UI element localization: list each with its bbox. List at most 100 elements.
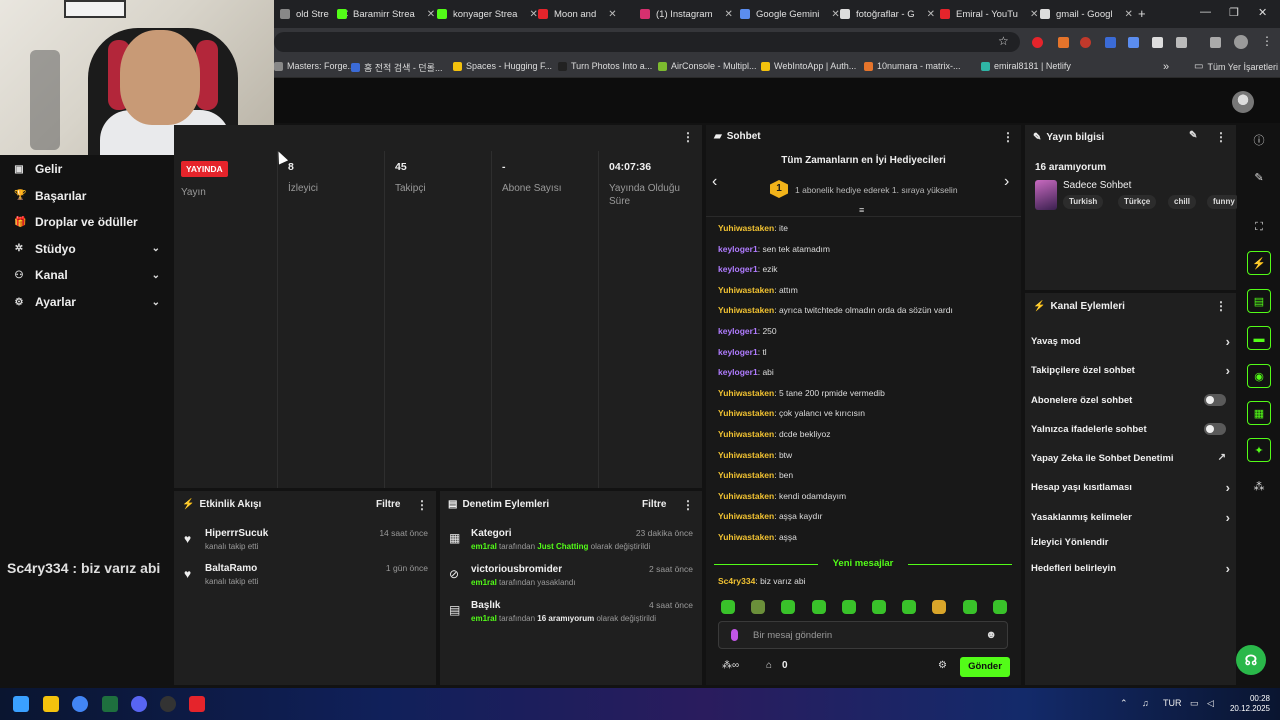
emote-icon[interactable] bbox=[721, 600, 735, 614]
chat-username[interactable]: Yuhiwastaken bbox=[718, 408, 774, 418]
new-tab-button[interactable]: + bbox=[1138, 6, 1146, 21]
stream-tag[interactable]: Türkçe bbox=[1118, 195, 1157, 209]
extensions-puzzle-icon[interactable] bbox=[1176, 37, 1187, 48]
pin-icon[interactable]: ≡ bbox=[859, 205, 864, 215]
sidebar-item-2[interactable]: 🎁 Droplar ve ödüller bbox=[14, 215, 160, 229]
emote-icon[interactable] bbox=[841, 600, 856, 614]
browser-tab[interactable]: (1) Instagram ✕ bbox=[634, 4, 739, 24]
more-options-icon[interactable]: ⋮ bbox=[682, 498, 694, 512]
mod-filter-button[interactable]: Filtre bbox=[642, 499, 666, 510]
chat-username[interactable]: Yuhiwastaken bbox=[718, 223, 774, 233]
address-bar[interactable] bbox=[274, 32, 1020, 52]
stream-tag[interactable]: chill bbox=[1168, 195, 1197, 209]
browser-tab[interactable]: Moon and ✕ bbox=[532, 4, 623, 24]
browser-tab[interactable]: Baramirr Strea ✕ bbox=[331, 4, 441, 24]
more-bookmarks-icon[interactable]: » bbox=[1163, 61, 1169, 73]
edit-icon[interactable]: ✎ bbox=[1189, 130, 1197, 141]
emote-icon[interactable] bbox=[902, 600, 917, 614]
chat-username[interactable]: keyloger1 bbox=[718, 347, 758, 357]
all-bookmarks[interactable]: ▭ Tüm Yer İşaretleri bbox=[1194, 61, 1278, 72]
info-icon[interactable]: ⓘ bbox=[1247, 129, 1271, 153]
chat-username[interactable]: Yuhiwastaken bbox=[718, 532, 774, 542]
category-name[interactable]: Sadece Sohbet bbox=[1063, 180, 1131, 191]
microphone-icon[interactable]: ♫ bbox=[1142, 698, 1149, 708]
chat-username[interactable]: Yuhiwastaken bbox=[718, 511, 774, 521]
chevron-left-icon[interactable]: ‹ bbox=[712, 173, 717, 191]
browser-tab[interactable]: gmail - Googl ✕ bbox=[1034, 4, 1139, 24]
channel-action[interactable]: Yasaklanmış kelimeler › bbox=[1031, 510, 1230, 525]
emote-icon[interactable] bbox=[962, 600, 977, 614]
bookmark-item[interactable]: 10numara - matrix-... bbox=[864, 61, 961, 71]
channel-action[interactable]: Abonelere özel sohbet bbox=[1031, 394, 1230, 406]
chat-username[interactable]: Yuhiwastaken bbox=[718, 491, 774, 501]
chevron-right-icon[interactable]: › bbox=[1226, 363, 1230, 378]
expand-icon[interactable]: ⛶ bbox=[1247, 215, 1271, 239]
chat-username[interactable]: Yuhiwastaken bbox=[718, 470, 774, 480]
more-options-icon[interactable]: ⋮ bbox=[1002, 130, 1014, 144]
emote-icon[interactable] bbox=[872, 600, 886, 614]
send-button[interactable]: Gönder bbox=[960, 657, 1010, 677]
chat-username[interactable]: Yuhiwastaken bbox=[718, 388, 774, 398]
file-explorer-icon[interactable] bbox=[43, 696, 59, 712]
windows-start-icon[interactable] bbox=[13, 696, 29, 712]
chat-icon[interactable]: ▬ bbox=[1247, 326, 1271, 350]
chrome-icon[interactable] bbox=[72, 696, 88, 712]
chevron-right-icon[interactable]: › bbox=[1226, 480, 1230, 495]
extension-icon[interactable] bbox=[1058, 37, 1069, 48]
channel-action[interactable]: Yalnızca ifadelerle sohbet bbox=[1031, 423, 1230, 435]
bookmark-item[interactable]: Masters: Forge... bbox=[274, 61, 355, 71]
chevron-right-icon[interactable]: › bbox=[1226, 334, 1230, 349]
channel-action[interactable]: Yavaş mod › bbox=[1031, 334, 1230, 349]
channel-action[interactable]: Takipçilere özel sohbet › bbox=[1031, 363, 1230, 378]
chat-username[interactable]: Sc4ry334 bbox=[718, 576, 755, 586]
moderator-name[interactable]: em1ral bbox=[471, 614, 497, 623]
stream-tag[interactable]: Turkish bbox=[1063, 195, 1104, 209]
stream-tag[interactable]: funny bbox=[1207, 195, 1241, 209]
chat-username[interactable]: keyloger1 bbox=[718, 326, 758, 336]
tab-close-icon[interactable]: ✕ bbox=[608, 9, 616, 20]
bolt-icon[interactable]: ⚡ bbox=[1247, 251, 1271, 275]
sidebar-item-4[interactable]: ⚇ Kanal ⌄ bbox=[14, 268, 160, 282]
chat-username[interactable]: keyloger1 bbox=[718, 367, 758, 377]
emote-icon[interactable] bbox=[932, 600, 947, 614]
feed-filter-button[interactable]: Filtre bbox=[376, 499, 400, 510]
more-options-icon[interactable]: ⋮ bbox=[1215, 299, 1227, 313]
chevron-right-icon[interactable]: › bbox=[1004, 173, 1009, 191]
pencil-icon[interactable]: ✎ bbox=[1247, 166, 1271, 190]
moderator-name[interactable]: em1ral bbox=[471, 542, 497, 551]
emote-icon[interactable] bbox=[811, 600, 826, 614]
extension-icon[interactable] bbox=[1128, 37, 1139, 48]
sidebar-item-3[interactable]: ✲ Stüdyo ⌄ bbox=[14, 242, 160, 256]
channel-action[interactable]: Hesap yaşı kısıtlaması › bbox=[1031, 480, 1230, 495]
emoji-icon[interactable]: ☻ bbox=[985, 629, 997, 641]
extension-icon[interactable] bbox=[1032, 37, 1043, 48]
more-options-icon[interactable]: ⋮ bbox=[416, 498, 428, 512]
points-icon[interactable]: ⁂∞ bbox=[722, 660, 739, 671]
app-icon[interactable] bbox=[102, 696, 118, 712]
chat-username[interactable]: Yuhiwastaken bbox=[718, 305, 774, 315]
external-link-icon[interactable]: ↗ bbox=[1218, 452, 1226, 463]
discord-icon[interactable] bbox=[131, 696, 147, 712]
user-avatar[interactable] bbox=[1232, 91, 1254, 113]
sidebar-item-1[interactable]: 🏆 Başarılar bbox=[14, 189, 160, 203]
channel-action[interactable]: Yapay Zeka ile Sohbet Denetimi ↗ bbox=[1031, 452, 1230, 464]
chat-username[interactable]: keyloger1 bbox=[718, 244, 758, 254]
microphone-icon[interactable] bbox=[731, 629, 738, 641]
network-icon[interactable]: ▭ bbox=[1190, 698, 1199, 709]
follower-name[interactable]: HiperrrSucuk bbox=[205, 528, 268, 539]
bookmark-item[interactable]: 홈 전적 검색 - 던롤... bbox=[351, 61, 442, 74]
extension-icon[interactable] bbox=[1080, 37, 1091, 48]
wrench-icon[interactable]: ✦ bbox=[1247, 438, 1271, 462]
sidebar-item-0[interactable]: ▣ Gelir bbox=[14, 162, 160, 176]
toggle-switch[interactable] bbox=[1204, 394, 1226, 406]
tab-close-icon[interactable]: ✕ bbox=[1125, 9, 1133, 20]
browser-tab[interactable]: konyager Strea ✕ bbox=[431, 4, 544, 24]
browser-tab[interactable]: fotoğraflar - G ✕ bbox=[834, 4, 941, 24]
app-icon[interactable] bbox=[160, 696, 176, 712]
tray-chevron-icon[interactable]: ⌃ bbox=[1120, 698, 1128, 709]
chat-username[interactable]: keyloger1 bbox=[718, 264, 758, 274]
maximize-icon[interactable]: ❐ bbox=[1229, 6, 1239, 19]
shop-icon[interactable]: ⌂ bbox=[766, 660, 772, 671]
list-icon[interactable]: ▤ bbox=[1247, 289, 1271, 313]
extension-icon[interactable] bbox=[1105, 37, 1116, 48]
